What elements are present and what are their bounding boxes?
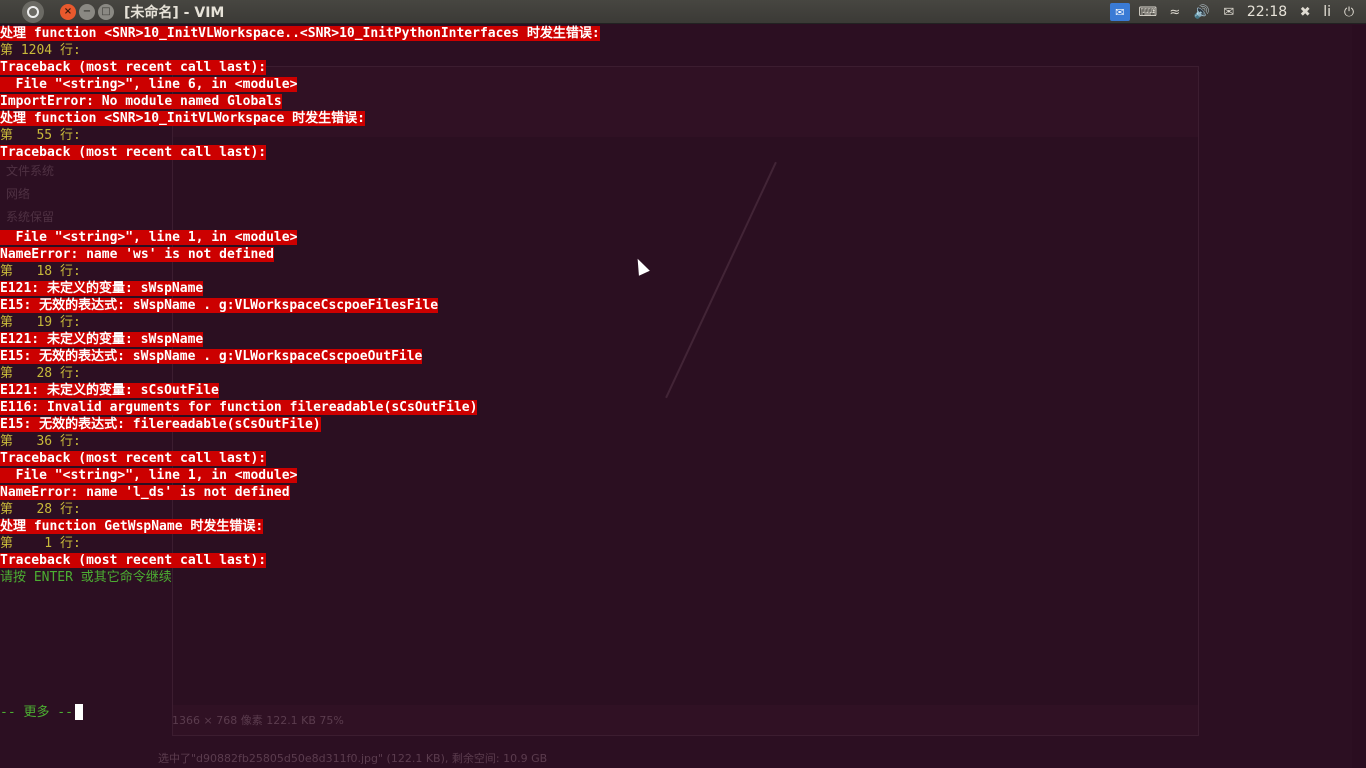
error-message: E15: 无效的表达式: filereadable(sCsOutFile) (0, 417, 321, 432)
message-line: 第 28 行: (0, 501, 1352, 518)
keyboard-icon[interactable]: ⌨ (1138, 4, 1157, 20)
ubuntu-logo-icon[interactable] (22, 0, 44, 23)
background-status: 1366 × 768 像素 122.1 KB 75% (172, 714, 344, 727)
message-line: 第 1204 行: (0, 42, 1352, 59)
message-line: Traceback (most recent call last): (0, 59, 1352, 76)
error-message: File "<string>", line 1, in <module> (0, 230, 298, 245)
message-line: 处理 function <SNR>10_InitVLWorkspace 时发生错… (0, 110, 1352, 127)
message-line: 处理 function GetWspName 时发生错误: (0, 518, 1352, 535)
message-line: E121: 未定义的变量: sWspName (0, 280, 1352, 297)
message-line (0, 195, 1352, 212)
error-message: NameError: name 'ws' is not defined (0, 247, 274, 262)
message-line: Traceback (most recent call last): (0, 450, 1352, 467)
clock[interactable]: 22:18 (1247, 4, 1287, 20)
line-number-message: 第 18 行: (0, 264, 81, 279)
session-close-icon[interactable]: ✖ (1296, 4, 1314, 20)
message-line: E121: 未定义的变量: sCsOutFile (0, 382, 1352, 399)
line-number-message: 第 36 行: (0, 434, 81, 449)
power-icon[interactable]: ⏻ (1340, 4, 1358, 20)
message-line (0, 178, 1352, 195)
system-tray: ✉ ⌨ ≈ 🔊 ✉ 22:18 ✖ li ⏻ (1109, 0, 1366, 24)
wifi-icon[interactable]: ≈ (1166, 4, 1184, 20)
error-message: Traceback (most recent call last): (0, 60, 267, 75)
message-line: E15: 无效的表达式: sWspName . g:VLWorkspaceCsc… (0, 297, 1352, 314)
line-number-message: 第 1204 行: (0, 43, 81, 58)
message-line: 第 36 行: (0, 433, 1352, 450)
message-line: 第 55 行: (0, 127, 1352, 144)
error-message: ImportError: No module named Globals (0, 94, 282, 109)
error-message: 处理 function <SNR>10_InitVLWorkspace 时发生错… (0, 111, 365, 126)
window-controls: × − □ (60, 3, 114, 20)
line-number-message: 第 19 行: (0, 315, 81, 330)
error-message: E121: 未定义的变量: sWspName (0, 332, 204, 347)
close-button[interactable]: × (60, 3, 76, 20)
error-message: 处理 function GetWspName 时发生错误: (0, 519, 264, 534)
message-line: E116: Invalid arguments for function fil… (0, 399, 1352, 416)
line-number-message: 第 1 行: (0, 536, 81, 551)
message-line: 第 18 行: (0, 263, 1352, 280)
message-line (0, 161, 1352, 178)
error-message: E116: Invalid arguments for function fil… (0, 400, 478, 415)
continue-prompt: 请按 ENTER 或其它命令继续 (0, 570, 172, 585)
more-prompt[interactable]: -- 更多 -- (0, 704, 83, 721)
message-line: 处理 function <SNR>10_InitVLWorkspace..<SN… (0, 25, 1352, 42)
error-message: NameError: name 'l_ds' is not defined (0, 485, 290, 500)
message-line: File "<string>", line 6, in <module> (0, 76, 1352, 93)
message-line: E121: 未定义的变量: sWspName (0, 331, 1352, 348)
message-line (0, 212, 1352, 229)
user-name[interactable]: li (1323, 4, 1331, 20)
mail-icon[interactable]: ✉ (1220, 4, 1238, 20)
error-message: 处理 function <SNR>10_InitVLWorkspace..<SN… (0, 26, 600, 41)
line-number-message: 第 55 行: (0, 128, 81, 143)
line-number-message: 第 28 行: (0, 366, 81, 381)
error-message: E15: 无效的表达式: sWspName . g:VLWorkspaceCsc… (0, 349, 423, 364)
volume-icon[interactable]: 🔊 (1193, 4, 1211, 20)
message-line: E15: 无效的表达式: filereadable(sCsOutFile) (0, 416, 1352, 433)
message-line: Traceback (most recent call last): (0, 552, 1352, 569)
error-message: E121: 未定义的变量: sCsOutFile (0, 383, 219, 398)
message-line: ImportError: No module named Globals (0, 93, 1352, 110)
error-message: E15: 无效的表达式: sWspName . g:VLWorkspaceCsc… (0, 298, 439, 313)
error-message: Traceback (most recent call last): (0, 145, 267, 160)
line-number-message: 第 28 行: (0, 502, 81, 517)
messaging-icon[interactable]: ✉ (1109, 3, 1130, 21)
message-line: File "<string>", line 1, in <module> (0, 467, 1352, 484)
scrollbar[interactable] (1352, 25, 1366, 768)
minimize-button[interactable]: − (79, 3, 95, 20)
message-line: 第 19 行: (0, 314, 1352, 331)
message-line: File "<string>", line 1, in <module> (0, 229, 1352, 246)
background-bottom-status: 选中了"d90882fb25805d50e8d311f0.jpg" (122.1… (158, 752, 548, 765)
error-message: Traceback (most recent call last): (0, 553, 267, 568)
message-line: E15: 无效的表达式: sWspName . g:VLWorkspaceCsc… (0, 348, 1352, 365)
window-title: [未命名] - VIM (124, 4, 225, 21)
vim-message-area: 处理 function <SNR>10_InitVLWorkspace..<SN… (0, 25, 1352, 586)
message-line: NameError: name 'l_ds' is not defined (0, 484, 1352, 501)
top-panel: × − □ [未命名] - VIM ✉ ⌨ ≈ 🔊 ✉ 22:18 ✖ li ⏻ (0, 0, 1366, 24)
error-message: E121: 未定义的变量: sWspName (0, 281, 204, 296)
message-line: Traceback (most recent call last): (0, 144, 1352, 161)
error-message: File "<string>", line 1, in <module> (0, 468, 298, 483)
error-message: Traceback (most recent call last): (0, 451, 267, 466)
message-line: 请按 ENTER 或其它命令继续 (0, 569, 1352, 586)
message-line: NameError: name 'ws' is not defined (0, 246, 1352, 263)
error-message: File "<string>", line 6, in <module> (0, 77, 298, 92)
maximize-button[interactable]: □ (98, 3, 114, 20)
message-line: 第 28 行: (0, 365, 1352, 382)
more-prompt-text: -- 更多 -- (0, 705, 73, 720)
text-cursor (74, 704, 83, 720)
message-line: 第 1 行: (0, 535, 1352, 552)
